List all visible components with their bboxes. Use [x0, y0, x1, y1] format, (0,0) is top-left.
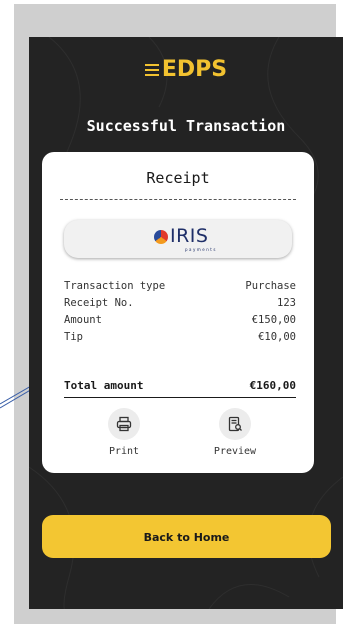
preview-button[interactable]: Preview — [205, 408, 265, 457]
detail-label: Receipt No. — [64, 297, 134, 309]
payment-brand-badge: IRIS payments — [64, 220, 292, 258]
detail-value: Purchase — [245, 280, 296, 292]
detail-row-receipt-no: Receipt No. 123 — [64, 295, 296, 312]
logo-bars-icon — [144, 61, 159, 79]
iris-logo-icon — [154, 230, 168, 244]
print-label: Print — [108, 446, 140, 457]
page-title: Successful Transaction — [86, 117, 286, 135]
detail-label: Transaction type — [64, 280, 166, 292]
total-label: Total amount — [64, 379, 144, 392]
brand-name: IRIS — [170, 225, 209, 247]
app-screen: EDPS Successful Transaction Receipt IRIS… — [29, 37, 343, 609]
detail-value: €10,00 — [258, 331, 296, 343]
detail-label: Amount — [64, 314, 102, 326]
total-row: Total amount €160,00 — [64, 379, 296, 398]
document-preview-icon — [219, 408, 251, 440]
receipt-card: Receipt IRIS payments Transaction type P… — [42, 152, 314, 473]
detail-row-tip: Tip €10,00 — [64, 329, 296, 346]
dashed-divider — [60, 199, 296, 200]
total-value: €160,00 — [249, 379, 296, 392]
brand-subtitle: payments — [185, 247, 217, 252]
preview-label: Preview — [213, 446, 257, 457]
detail-value: €150,00 — [251, 314, 296, 326]
back-to-home-button[interactable]: Back to Home — [42, 515, 331, 558]
receipt-title: Receipt — [146, 169, 210, 187]
print-button[interactable]: Print — [94, 408, 154, 457]
detail-row-transaction-type: Transaction type Purchase — [64, 278, 296, 295]
printer-icon — [108, 408, 140, 440]
receipt-details: Transaction type Purchase Receipt No. 12… — [64, 278, 296, 346]
detail-row-amount: Amount €150,00 — [64, 312, 296, 329]
logo-text: EDPS — [161, 57, 228, 82]
app-logo: EDPS — [29, 57, 343, 82]
detail-label: Tip — [64, 331, 83, 343]
detail-value: 123 — [277, 297, 296, 309]
